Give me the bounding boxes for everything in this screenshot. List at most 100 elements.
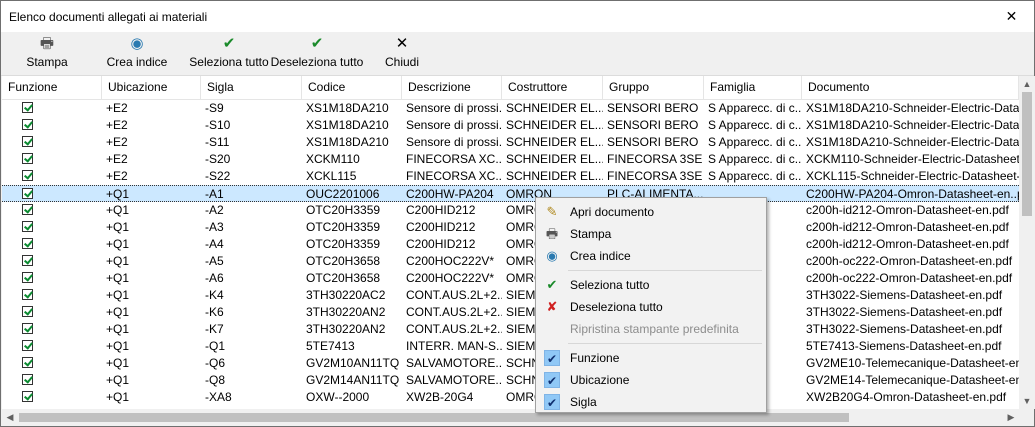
table-row[interactable]: +Q1 -A1 OUC2201006 C200HW-PA204 OMRON PLC-ALI… (2, 185, 1019, 202)
row-checkbox[interactable] (22, 391, 33, 402)
cell-codice: OUC2201006 (306, 187, 380, 201)
column-header-documento[interactable]: Documento (802, 76, 1019, 99)
table-row[interactable]: +Q1 -K4 3TH30220AC2 CONT.AUS.2L+2... SIEMENS… (2, 287, 1019, 304)
menu-item-crea-indice[interactable]: ◉ Crea indice (538, 245, 764, 267)
row-checkbox[interactable] (22, 221, 33, 232)
cell-famiglia: S Apparecc. di c... (708, 169, 802, 183)
menu-item-sigla[interactable]: ✔ Sigla (538, 391, 764, 413)
row-checkbox[interactable] (22, 102, 33, 113)
row-checkbox[interactable] (22, 340, 33, 351)
cell-ubicazione: +Q1 (106, 339, 130, 353)
cell-documento: XCKL115-Schneider-Electric-Datasheet-e..… (806, 169, 1019, 183)
row-checkbox[interactable] (22, 323, 33, 334)
title-bar: Elenco documenti allegati ai materiali ✕ (1, 1, 1034, 32)
scroll-down-icon[interactable]: ▼ (1019, 393, 1035, 409)
cell-documento: GV2ME14-Telemecanique-Datasheet-en.... (806, 373, 1019, 387)
table-row[interactable]: +Q1 -XA8 OXW--2000 XW2B-20G4 OMRON XW2B20G4-O… (2, 389, 1019, 406)
row-checkbox[interactable] (22, 153, 33, 164)
cell-codice: OTC20H3359 (306, 203, 381, 217)
cell-costruttore: SCHNEIDER EL... (506, 152, 603, 166)
menu-item-ubicazione[interactable]: ✔ Ubicazione (538, 369, 764, 391)
cell-descrizione: C200HOC222V* (406, 254, 495, 268)
row-checkbox[interactable] (22, 119, 33, 130)
table-row[interactable]: +E2 -S20 XCKM110 FINECORSA XC... SCHNEIDER E… (2, 151, 1019, 168)
column-header-descrizione[interactable]: Descrizione (402, 76, 502, 99)
cell-sigla: -Q6 (205, 356, 226, 370)
table-row[interactable]: +Q1-A3OTC20H3359C200HID212OMRON, unitàc2… (2, 219, 1019, 236)
row-checkbox[interactable] (22, 289, 33, 300)
column-header-funzione[interactable]: Funzione (2, 76, 102, 99)
printer-icon: 🖶 (545, 226, 559, 241)
table-row[interactable]: +Q1 -K6 3TH30220AN2 CONT.AUS.2L+2... SIEMENS… (2, 304, 1019, 321)
crea-indice-button[interactable]: ◉ Crea indice (93, 35, 181, 71)
cell-ubicazione: +E2 (106, 101, 128, 115)
menu-item-deseleziona-tutto[interactable]: ✘ Deseleziona tutto (538, 296, 764, 318)
table-row[interactable]: +E2 -S11 XS1M18DA210 Sensore di prossi... SC… (2, 134, 1019, 151)
cell-codice: GV2M10AN11TQ (306, 356, 400, 370)
deseleziona-tutto-button[interactable]: ✔ Deseleziona tutto (269, 35, 365, 71)
chiudi-button[interactable]: ✕ Chiudi (371, 35, 433, 71)
cell-famiglia: S Apparecc. di c... (708, 152, 802, 166)
cell-descrizione: C200HOC222V* (406, 271, 495, 285)
scroll-right-icon[interactable]: ▶ (1003, 409, 1019, 425)
table-row[interactable]: +Q1-A4OTC20H3359C200HID212OMRON, unitàc2… (2, 236, 1019, 253)
check-icon: ✔ (544, 372, 560, 388)
table-row[interactable]: +Q1-A2OTC20H3359C200HID212OMRON, unitàc2… (2, 202, 1019, 219)
row-checkbox[interactable] (22, 374, 33, 385)
table-row[interactable]: +Q1-A5OTC20H3658C200HOC222V*OMRON, unità… (2, 253, 1019, 270)
cell-famiglia: S Apparecc. di c... (708, 118, 802, 132)
cell-ubicazione: +Q1 (106, 288, 130, 302)
row-checkbox[interactable] (22, 188, 33, 199)
close-icon[interactable]: ✕ (989, 1, 1034, 32)
table-row[interactable]: +Q1-A6OTC20H3658C200HOC222V*OMRON, unità… (2, 270, 1019, 287)
cell-codice: XCKL115 (306, 169, 357, 183)
cell-codice: OTC20H3359 (306, 220, 381, 234)
column-header-gruppo[interactable]: Gruppo (603, 76, 704, 99)
vertical-scroll-thumb[interactable] (1022, 92, 1032, 216)
column-header-codice[interactable]: Codice (302, 76, 402, 99)
horizontal-scroll-thumb[interactable] (19, 413, 849, 422)
table-row[interactable]: +Q1-Q8GV2M14AN11TQSALVAMOTORE....SCHNEID… (2, 372, 1019, 389)
vertical-scrollbar[interactable]: ▲ ▼ (1019, 76, 1035, 409)
menu-item-stampa[interactable]: 🖶 Stampa (538, 223, 764, 245)
cell-sigla: -A1 (205, 187, 224, 201)
table-row[interactable]: +Q1-Q15TE7413INTERR. MAN-S...SIEMENSanov… (2, 338, 1019, 355)
row-checkbox[interactable] (22, 357, 33, 368)
row-checkbox[interactable] (22, 136, 33, 147)
cell-descrizione: FINECORSA XC... (406, 152, 502, 166)
cell-codice: 5TE7413 (306, 339, 355, 353)
cell-codice: OXW--2000 (306, 390, 370, 404)
cell-ubicazione: +Q1 (106, 187, 130, 201)
cell-sigla: -S11 (205, 135, 230, 149)
stampa-button[interactable]: 🖶 Stampa (9, 35, 85, 71)
menu-item-seleziona-tutto[interactable]: ✔ Seleziona tutto (538, 274, 764, 296)
scroll-up-icon[interactable]: ▲ (1019, 76, 1035, 92)
row-checkbox[interactable] (22, 255, 33, 266)
menu-item-label: Crea indice (570, 249, 631, 263)
check-icon: ✔ (222, 35, 236, 52)
column-header-costruttore[interactable]: Costruttore (502, 76, 603, 99)
column-header-sigla[interactable]: Sigla (201, 76, 302, 99)
table-row[interactable]: +Q1-Q6GV2M10AN11TQSALVAMOTORE....SCHNEID… (2, 355, 1019, 372)
row-checkbox[interactable] (22, 306, 33, 317)
row-checkbox[interactable] (22, 170, 33, 181)
cell-documento: C200HW-PA204-Omron-Datasheet-en..pdf (806, 187, 1019, 201)
menu-item-funzione[interactable]: ✔ Funzione (538, 347, 764, 369)
scroll-left-icon[interactable]: ◀ (2, 409, 18, 425)
table-row[interactable]: +E2 -S9 XS1M18DA210 Sensore di prossi... SCH… (2, 100, 1019, 117)
table-row[interactable]: +E2 -S10 XS1M18DA210 Sensore di prossi... SC… (2, 117, 1019, 134)
row-checkbox[interactable] (22, 204, 33, 215)
cell-sigla: -S20 (205, 152, 231, 166)
cell-descrizione: Sensore di prossi... (406, 135, 502, 149)
horizontal-scrollbar[interactable]: ◀ ▶ (2, 409, 1019, 426)
column-header-famiglia[interactable]: Famiglia (704, 76, 802, 99)
seleziona-tutto-button[interactable]: ✔ Seleziona tutto (187, 35, 271, 71)
table-row[interactable]: +Q1 -K7 3TH30220AN2 CONT.AUS.2L+2... SIEMENS… (2, 321, 1019, 338)
cell-ubicazione: +Q1 (106, 305, 130, 319)
row-checkbox[interactable] (22, 272, 33, 283)
cell-gruppo: SENSORI BERO (607, 118, 699, 132)
menu-item-apri-documento[interactable]: ✎ Apri documento (538, 201, 764, 223)
row-checkbox[interactable] (22, 238, 33, 249)
table-row[interactable]: +E2 -S22 XCKL115 FINECORSA XC... SCHNEIDER E… (2, 168, 1019, 185)
column-header-ubicazione[interactable]: Ubicazione (102, 76, 201, 99)
